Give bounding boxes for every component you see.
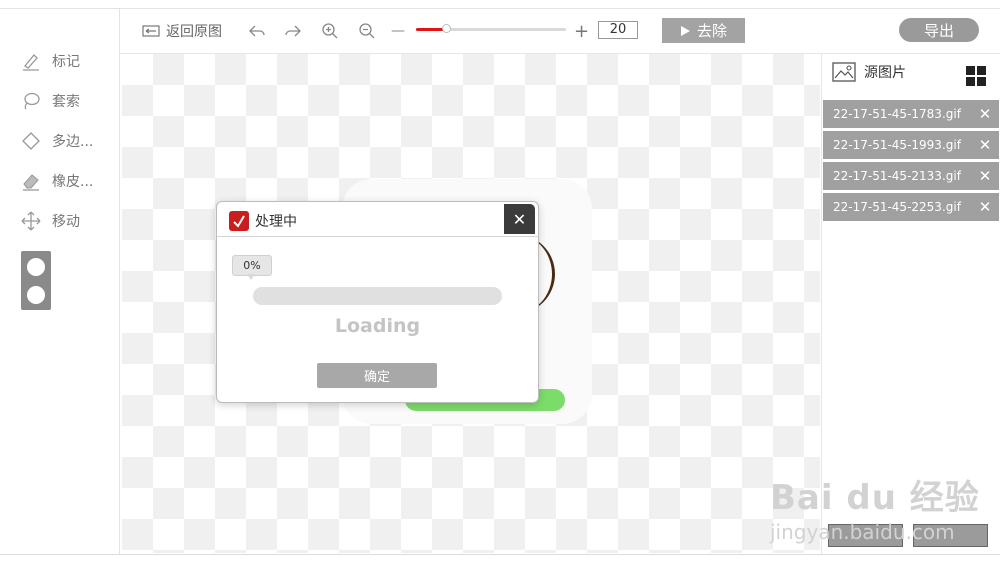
view-toggle[interactable] <box>21 251 51 310</box>
image-icon <box>832 62 856 82</box>
badge-pointer <box>247 274 255 280</box>
watermark-url: jingyan.baidu.com <box>770 520 955 544</box>
tool-eraser-label: 橡皮... <box>52 174 94 190</box>
pen-icon <box>20 50 42 72</box>
tool-lasso[interactable]: 套索 <box>20 89 80 113</box>
zoom-out-button[interactable] <box>358 9 376 53</box>
lasso-icon <box>20 90 42 112</box>
bottom-divider <box>0 554 1000 555</box>
dialog-header: 处理中 <box>229 210 297 232</box>
zoom-minus-button[interactable]: — <box>391 9 405 53</box>
loading-text: Loading <box>334 315 421 337</box>
dialog-divider <box>217 236 538 237</box>
processing-dialog: 处理中 ✕ 0% Loading 确定 <box>216 201 539 403</box>
zoom-in-icon <box>322 23 338 39</box>
tool-lasso-label: 套索 <box>52 94 80 110</box>
zoom-slider-handle[interactable] <box>442 24 451 33</box>
source-images-title: 源图片 <box>864 65 906 81</box>
remove-file-icon[interactable]: ✕ <box>975 104 995 124</box>
polygon-icon <box>20 130 42 152</box>
dialog-title: 处理中 <box>255 214 297 230</box>
eraser-icon <box>20 170 42 192</box>
redo-icon <box>285 25 301 37</box>
tool-polygon[interactable]: 多边... <box>20 129 93 153</box>
file-name: 22-17-51-45-2133.gif <box>833 169 961 183</box>
play-icon <box>680 25 690 36</box>
confirm-button[interactable]: 确定 <box>317 363 437 388</box>
toggle-dot-top[interactable] <box>27 258 45 276</box>
move-icon <box>20 210 42 232</box>
watermark-brand: Bai du 经验 <box>770 478 980 518</box>
source-images-header: 源图片 <box>832 62 906 82</box>
file-item[interactable]: 22-17-51-45-2253.gif ✕ <box>823 193 999 221</box>
progress-percent-badge: 0% <box>232 255 272 276</box>
zoom-plus-button[interactable]: + <box>574 9 589 53</box>
tool-polygon-label: 多边... <box>52 134 94 150</box>
file-item[interactable]: 22-17-51-45-2133.gif ✕ <box>823 162 999 190</box>
file-name: 22-17-51-45-2253.gif <box>833 200 961 214</box>
redo-button[interactable] <box>284 9 302 53</box>
tool-mark-label: 标记 <box>52 54 80 70</box>
tool-eraser[interactable]: 橡皮... <box>20 169 93 193</box>
app-logo-icon <box>229 211 249 231</box>
remove-button[interactable]: 去除 <box>662 18 745 43</box>
file-item[interactable]: 22-17-51-45-1783.gif ✕ <box>823 100 999 128</box>
undo-button[interactable] <box>248 9 266 53</box>
zoom-in-button[interactable] <box>321 9 339 53</box>
back-to-original-icon <box>142 25 160 37</box>
remove-file-icon[interactable]: ✕ <box>975 166 995 186</box>
zoom-out-icon <box>359 23 375 39</box>
grid-view-icon[interactable] <box>966 66 986 86</box>
remove-file-icon[interactable]: ✕ <box>975 135 995 155</box>
file-name: 22-17-51-45-1993.gif <box>833 138 961 152</box>
remove-file-icon[interactable]: ✕ <box>975 197 995 217</box>
back-to-original-label: 返回原图 <box>166 24 222 40</box>
remove-label: 去除 <box>696 22 727 40</box>
undo-icon <box>249 25 265 37</box>
toggle-dot-bottom[interactable] <box>27 286 45 304</box>
zoom-slider[interactable] <box>416 24 566 33</box>
file-name: 22-17-51-45-1783.gif <box>833 107 961 121</box>
close-dialog-button[interactable]: ✕ <box>504 204 535 234</box>
tool-move[interactable]: 移动 <box>20 209 80 233</box>
back-to-original-button[interactable]: 返回原图 <box>142 9 222 53</box>
tool-mark[interactable]: 标记 <box>20 49 80 73</box>
toolbar: 返回原图 — <box>120 9 1000 54</box>
sidebar-divider <box>119 9 120 554</box>
zoom-value-input[interactable]: 20 <box>598 21 638 39</box>
export-button[interactable]: 导出 <box>899 18 979 42</box>
progress-bar <box>253 287 502 305</box>
file-item[interactable]: 22-17-51-45-1993.gif ✕ <box>823 131 999 159</box>
tool-move-label: 移动 <box>52 214 80 230</box>
